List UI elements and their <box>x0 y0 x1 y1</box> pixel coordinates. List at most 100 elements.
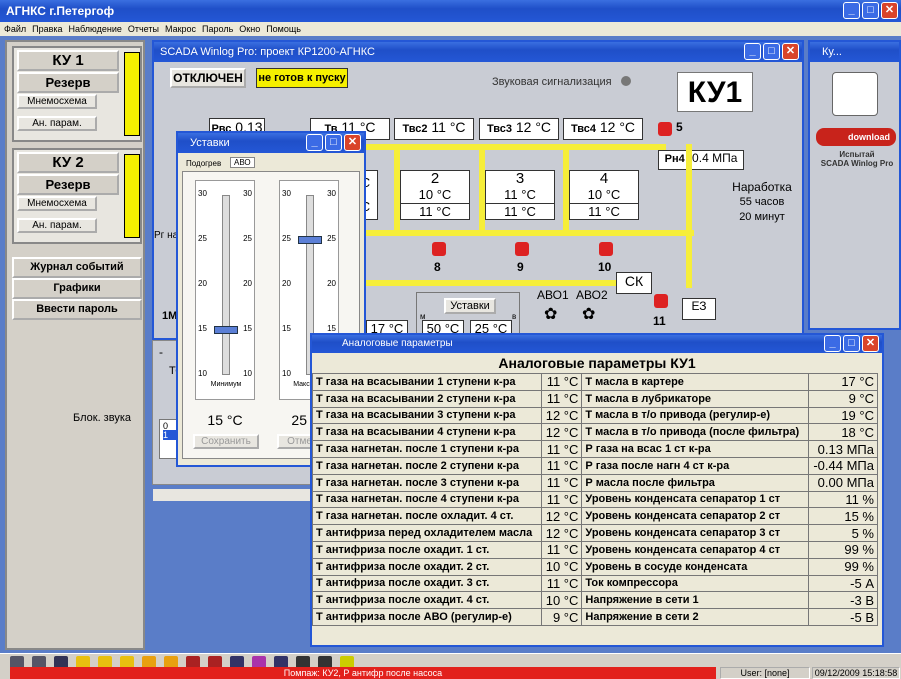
menu-item[interactable]: Отчеты <box>128 22 159 36</box>
tick-label: 25 <box>327 234 336 243</box>
param-name: Р газа после нагн 4 ст к-ра <box>581 456 809 475</box>
unit-label: КУ1 <box>677 72 753 112</box>
valve-5-icon[interactable] <box>658 122 672 136</box>
table-row: Т газа нагнетан. после 4 ступени к-ра 11 … <box>312 490 879 509</box>
close-icon[interactable]: ✕ <box>881 2 898 19</box>
fan-icon: ✿ <box>544 306 558 323</box>
tick-label: 10 <box>243 369 252 378</box>
param-name: Уровень конденсата сепаратор 3 ст <box>581 524 809 542</box>
maximize-icon[interactable]: □ <box>763 43 780 60</box>
param-name: Т антифриза после охадит. 1 ст. <box>312 540 542 559</box>
graphs-button[interactable]: Графики <box>12 278 142 299</box>
slider-thumb[interactable] <box>298 236 322 244</box>
close-icon[interactable]: ✕ <box>344 134 361 151</box>
analog-table: Т газа на всасывании 1 ступени к-ра 11 °С… <box>312 373 879 626</box>
param-value: 5 % <box>807 524 879 542</box>
param-name: Т газа на всасывании 4 ступени к-ра <box>312 423 542 442</box>
hscrollbar[interactable] <box>153 489 313 501</box>
param-name: Напряжение в сети 2 <box>581 608 809 626</box>
table-row: Т газа на всасывании 3 ступени к-ра 12 °С… <box>312 406 879 425</box>
tick-label: 20 <box>198 279 207 288</box>
param-name: Т газа нагнетан. после 1 ступени к-ра <box>312 440 542 458</box>
maximize-icon[interactable]: □ <box>843 335 860 352</box>
menu-item[interactable]: Правка <box>32 22 62 36</box>
minimize-icon[interactable]: _ <box>306 134 323 151</box>
analog-title: Аналоговые параметры <box>342 338 453 349</box>
sound-alarm-label: Звуковая сигнализация <box>492 76 612 88</box>
maximize-icon[interactable]: □ <box>862 2 879 19</box>
ku2-an-button[interactable]: Ан. парам. <box>17 218 97 233</box>
ustavki-title-bar: Уставки _ □ ✕ <box>178 133 364 153</box>
password-button[interactable]: Ввести пароль <box>12 299 142 320</box>
param-name: Т антифриза после охадит. 3 ст. <box>312 574 542 593</box>
min-slider[interactable]: 30 30 25 25 20 20 15 15 10 10 Минимум <box>195 180 255 400</box>
slider-thumb[interactable] <box>214 326 238 334</box>
param-name: Напряжение в сети 1 <box>581 591 809 610</box>
param-value: 19 °С <box>807 406 879 425</box>
valve-10-label: 10 <box>598 260 612 274</box>
menu-item[interactable]: Макрос <box>165 22 196 36</box>
ustavki-title: Уставки <box>190 137 230 149</box>
tick-label: 15 <box>198 324 207 333</box>
maximize-icon[interactable]: □ <box>325 134 342 151</box>
ku2-mnemo-button[interactable]: Мнемосхема <box>17 196 97 211</box>
ku2-mode[interactable]: Резерв <box>17 174 119 195</box>
valve-8-icon[interactable] <box>432 242 446 256</box>
analog-window: Аналоговые параметры _ □ ✕ Аналоговые пара… <box>310 333 884 647</box>
menu-item[interactable]: Помощь <box>266 22 301 36</box>
ku2-title: КУ 2 <box>17 152 119 173</box>
ku1-an-button[interactable]: Ан. парам. <box>17 116 97 131</box>
valve-9-label: 9 <box>517 260 524 274</box>
datetime-status: 09/12/2009 15:18:58 <box>812 667 900 679</box>
app-title-bar: АГНКС г.Петергоф _ □ ✕ <box>0 0 901 22</box>
download-button[interactable]: download <box>816 128 896 146</box>
ustavki-button[interactable]: Уставки <box>444 298 496 314</box>
menu-item[interactable]: Пароль <box>202 22 233 36</box>
table-row: Т антифриза после АВО (регулир-е) 9 °С Нап… <box>312 608 879 626</box>
analog-table-wrap: Т газа на всасывании 1 ступени к-ра 11 °С… <box>312 373 882 626</box>
ku2-block: КУ 2 Резерв Мнемосхема Ан. парам. <box>12 148 142 244</box>
ku1-title: КУ 1 <box>17 50 119 71</box>
param-value: -0.44 МПа <box>807 456 879 475</box>
ku1-mnemo-button[interactable]: Мнемосхема <box>17 94 97 109</box>
close-icon[interactable]: ✕ <box>862 335 879 352</box>
valve-11-icon[interactable] <box>654 294 668 308</box>
param-name: Уровень конденсата сепаратор 2 ст <box>581 507 809 526</box>
analog-title-bar: Аналоговые параметры _ □ ✕ <box>312 335 882 353</box>
status-ready: не готов к пуску <box>256 68 348 88</box>
param-value: 11 °С <box>540 440 583 458</box>
sound-block-label[interactable]: Блок. звука <box>73 412 131 424</box>
param-value: 99 % <box>807 540 879 559</box>
valve-10-icon[interactable] <box>599 242 613 256</box>
table-row: Т антифриза после охадит. 2 ст. 10 °С Уров… <box>312 557 879 576</box>
ku1-mode[interactable]: Резерв <box>17 72 119 93</box>
ku1-indicator <box>124 52 140 136</box>
journal-button[interactable]: Журнал событий <box>12 257 142 278</box>
left-panel: КУ 1 Резерв Мнемосхема Ан. парам. КУ 2 Р… <box>5 40 145 650</box>
menu-item[interactable]: Наблюдение <box>69 22 122 36</box>
param-name: Т газа на всасывании 3 ступени к-ра <box>312 406 542 425</box>
valve-9-icon[interactable] <box>515 242 529 256</box>
param-value: 11 % <box>807 490 879 509</box>
minimize-icon[interactable]: _ <box>744 43 761 60</box>
ky-title-bar: Ку... <box>810 42 899 62</box>
tab-avo[interactable]: АВО <box>230 157 255 168</box>
save-button[interactable]: Сохранить <box>193 434 259 449</box>
param-name: Т масла в т/о привода (регулир-е) <box>581 406 809 425</box>
valve-11-label: 11 <box>653 314 666 328</box>
menu-item[interactable]: Окно <box>239 22 260 36</box>
param-value: 11 °С <box>540 540 583 559</box>
minimize-icon[interactable]: _ <box>843 2 860 19</box>
close-icon[interactable]: ✕ <box>782 43 799 60</box>
tvs2-readout: Твс2 11 °С <box>394 118 474 140</box>
table-row: Т газа нагнетан. после охладит. 4 ст. 12 … <box>312 507 879 526</box>
menu-item[interactable]: Файл <box>4 22 26 36</box>
tab-podogrev[interactable]: Подогрев <box>186 159 221 168</box>
slider-label: Минимум <box>210 381 242 388</box>
table-row: Т газа на всасывании 4 ступени к-ра 12 °С… <box>312 423 879 442</box>
avo1-label: АВО1 <box>537 288 569 302</box>
tick-label: 10 <box>198 369 207 378</box>
minimize-icon[interactable]: _ <box>824 335 841 352</box>
param-value: 10 °С <box>540 591 583 610</box>
param-name: Уровень в сосуде конденсата <box>581 557 809 576</box>
